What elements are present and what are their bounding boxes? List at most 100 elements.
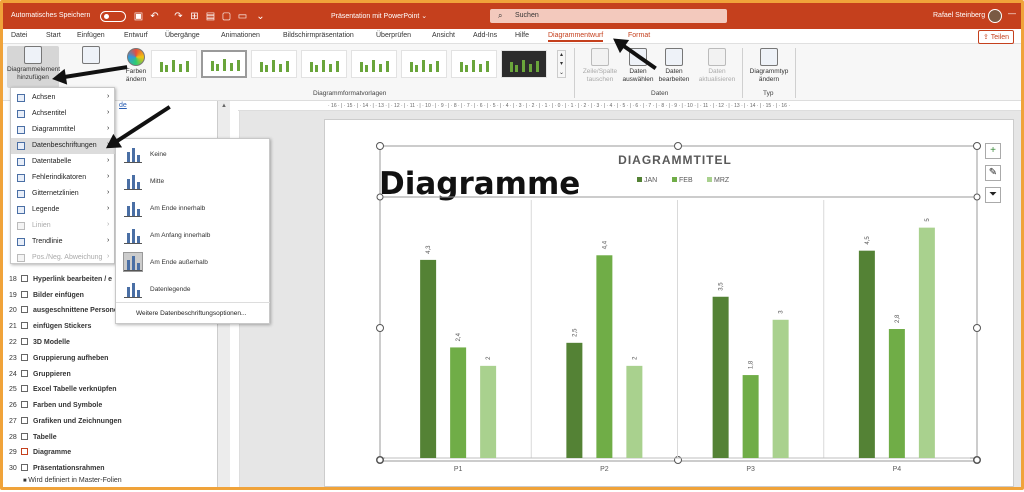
- outline-item[interactable]: 21 einfügen Stickers: [9, 322, 91, 337]
- outline-item[interactable]: 24 Gruppieren: [9, 370, 71, 385]
- change-chart-type-icon: [760, 48, 778, 66]
- bar-feb: [450, 347, 467, 458]
- search-box[interactable]: ⌕ Suchen: [490, 9, 727, 23]
- outline-link[interactable]: de: [119, 102, 127, 109]
- menu-item-datentabelle[interactable]: Datentabelle ›: [11, 154, 115, 170]
- outline-item[interactable]: 19 Bilder einfügen: [9, 291, 84, 306]
- chart-style-7[interactable]: [451, 50, 497, 78]
- outline-item[interactable]: 22 3D Modelle: [9, 338, 70, 353]
- chart-svg[interactable]: DiagrammeDIAGRAMMTITELJAN FEB MRZ4,32,42P1…: [325, 120, 1015, 488]
- share-button[interactable]: ⇪ Teilen: [978, 30, 1014, 44]
- chart-style-6[interactable]: [401, 50, 447, 78]
- outline-item[interactable]: 18 Hyperlink bearbeiten / e: [9, 275, 112, 290]
- ribbon-tabs: Datei Start Einfügen Entwurf Übergänge A…: [3, 29, 1021, 44]
- chart-style-5[interactable]: [351, 50, 397, 78]
- horizontal-ruler: · 16 · | · 15 · | · 14 · | · 13 · | · 12…: [238, 101, 1021, 111]
- open-icon[interactable]: ▭: [237, 11, 248, 22]
- data-labels-callout[interactable]: Datenlegende: [116, 276, 270, 302]
- tab-uebergaenge[interactable]: Übergänge: [165, 32, 200, 39]
- menu-item-gitternetzlinien[interactable]: Gitternetzlinien ›: [11, 186, 115, 202]
- legend-swatch: [672, 177, 677, 182]
- quick-layout-icon: [82, 46, 100, 64]
- menu-item-trendlinie[interactable]: Trendlinie ›: [11, 234, 115, 250]
- menu-item-linien[interactable]: Linien ›: [11, 218, 115, 234]
- plot-resize-handle: [973, 456, 981, 464]
- bar-center-icon: [124, 172, 142, 190]
- tab-format[interactable]: Format: [628, 32, 650, 39]
- menu-item-abweichung[interactable]: Pos./Neg. Abweichung ›: [11, 250, 115, 266]
- tab-start[interactable]: Start: [46, 32, 61, 39]
- type-group-label: Typ: [763, 90, 774, 97]
- redo-icon[interactable]: ↷: [173, 11, 184, 22]
- data-labels-outside-end[interactable]: Am Ende außerhalb: [116, 249, 270, 275]
- tab-datei[interactable]: Datei: [11, 32, 27, 39]
- data-labels-center[interactable]: Mitte: [116, 168, 270, 194]
- print-icon[interactable]: ▤: [205, 11, 216, 22]
- chart-style-3[interactable]: [251, 50, 297, 78]
- tab-add-ins[interactable]: Add-Ins: [473, 32, 497, 39]
- undo-icon[interactable]: ↶: [149, 11, 160, 22]
- tab-animationen[interactable]: Animationen: [221, 32, 260, 39]
- chart-style-8[interactable]: [501, 50, 547, 78]
- tab-einfuegen[interactable]: Einfügen: [77, 32, 105, 39]
- data-label: 2: [486, 356, 492, 360]
- outline-item-active[interactable]: 29 Diagramme: [9, 448, 71, 463]
- chart-style-2[interactable]: [201, 50, 247, 78]
- new-file-icon[interactable]: ▢: [221, 11, 232, 22]
- up-down-bars-icon: [17, 254, 25, 262]
- chart-filter-icon[interactable]: ⏷: [985, 187, 1001, 203]
- outline-item[interactable]: 28 Tabelle: [9, 433, 57, 448]
- tab-ansicht[interactable]: Ansicht: [432, 32, 455, 39]
- outline-item[interactable]: 26 Farben und Symbole: [9, 401, 102, 416]
- present-icon[interactable]: ⊞: [189, 11, 200, 22]
- chart-elements-icon[interactable]: +: [985, 143, 1001, 159]
- refresh-data-button[interactable]: Daten aktualisieren: [695, 48, 739, 88]
- data-labels-inside-end[interactable]: Am Ende innerhalb: [116, 195, 270, 221]
- customize-icon[interactable]: ⌄: [255, 11, 266, 22]
- tab-bildschirmpraesentation[interactable]: Bildschirmpräsentation: [283, 32, 354, 39]
- chart-style-4[interactable]: [301, 50, 347, 78]
- tab-diagrammentwurf[interactable]: Diagrammentwurf: [548, 32, 604, 42]
- scroll-up-icon[interactable]: ▲: [221, 103, 227, 109]
- quick-layout-button[interactable]: [77, 46, 105, 66]
- tab-entwurf[interactable]: Entwurf: [124, 32, 148, 39]
- switch-row-column-button[interactable]: Zeile/Spalte tauschen: [580, 48, 620, 88]
- menu-item-diagrammtitel[interactable]: Diagrammtitel ›: [11, 122, 115, 138]
- autosave-toggle[interactable]: [100, 11, 126, 22]
- outline-item[interactable]: 20 ausgeschnittene Persone: [9, 306, 118, 321]
- data-label: 4,5: [865, 236, 871, 245]
- resize-handle: [674, 142, 682, 150]
- change-chart-type-button[interactable]: Diagrammtyp ändern: [746, 48, 792, 88]
- data-labels-inside-base[interactable]: Am Anfang innerhalb: [116, 222, 270, 248]
- outline-item[interactable]: 23 Gruppierung aufheben: [9, 354, 108, 369]
- chart-style-1[interactable]: [151, 50, 197, 78]
- more-data-label-options[interactable]: Weitere Datenbeschriftungsoptionen...: [136, 310, 246, 317]
- data-labels-none[interactable]: Keine: [116, 141, 270, 167]
- chart-styles-icon[interactable]: ✎: [985, 165, 1001, 181]
- bar-outside-end-icon: [123, 252, 143, 272]
- resize-handle: [376, 142, 384, 150]
- user-name[interactable]: Rafael Steinberg: [933, 12, 985, 19]
- switch-row-column-label: Zeile/Spalte tauschen: [582, 68, 618, 83]
- edit-data-button[interactable]: Daten bearbeiten: [656, 48, 692, 88]
- minimize-icon[interactable]: —: [1008, 9, 1016, 18]
- gallery-scroll-icon[interactable]: ▴ ▾ ⌄: [557, 50, 566, 78]
- menu-item-achsentitel[interactable]: Achsentitel ›: [11, 106, 115, 122]
- data-label: 1,8: [749, 360, 755, 369]
- legend-label: MRZ: [714, 177, 730, 184]
- gridlines-icon: [17, 190, 25, 198]
- menu-item-datenbeschriftungen[interactable]: Datenbeschriftungen›: [11, 138, 115, 154]
- bar-mrz: [626, 365, 643, 458]
- menu-item-legende[interactable]: Legende ›: [11, 202, 115, 218]
- outline-item[interactable]: 27 Grafiken und Zeichnungen: [9, 417, 122, 432]
- outline-item[interactable]: 25 Excel Tabelle verknüpfen: [9, 385, 117, 400]
- save-icon[interactable]: ▣: [133, 11, 144, 22]
- menu-item-achsen[interactable]: Achsen ›: [11, 90, 115, 106]
- tab-hilfe[interactable]: Hilfe: [515, 32, 529, 39]
- chevron-right-icon: ›: [107, 205, 110, 212]
- avatar[interactable]: [988, 9, 1002, 23]
- menu-item-fehlerindikatoren[interactable]: Fehlerindikatoren ›: [11, 170, 115, 186]
- chart-title-icon: [17, 126, 25, 134]
- tab-ueberpruefen[interactable]: Überprüfen: [376, 32, 411, 39]
- add-chart-element-button[interactable]: Diagrammelement hinzufügen: [7, 46, 60, 88]
